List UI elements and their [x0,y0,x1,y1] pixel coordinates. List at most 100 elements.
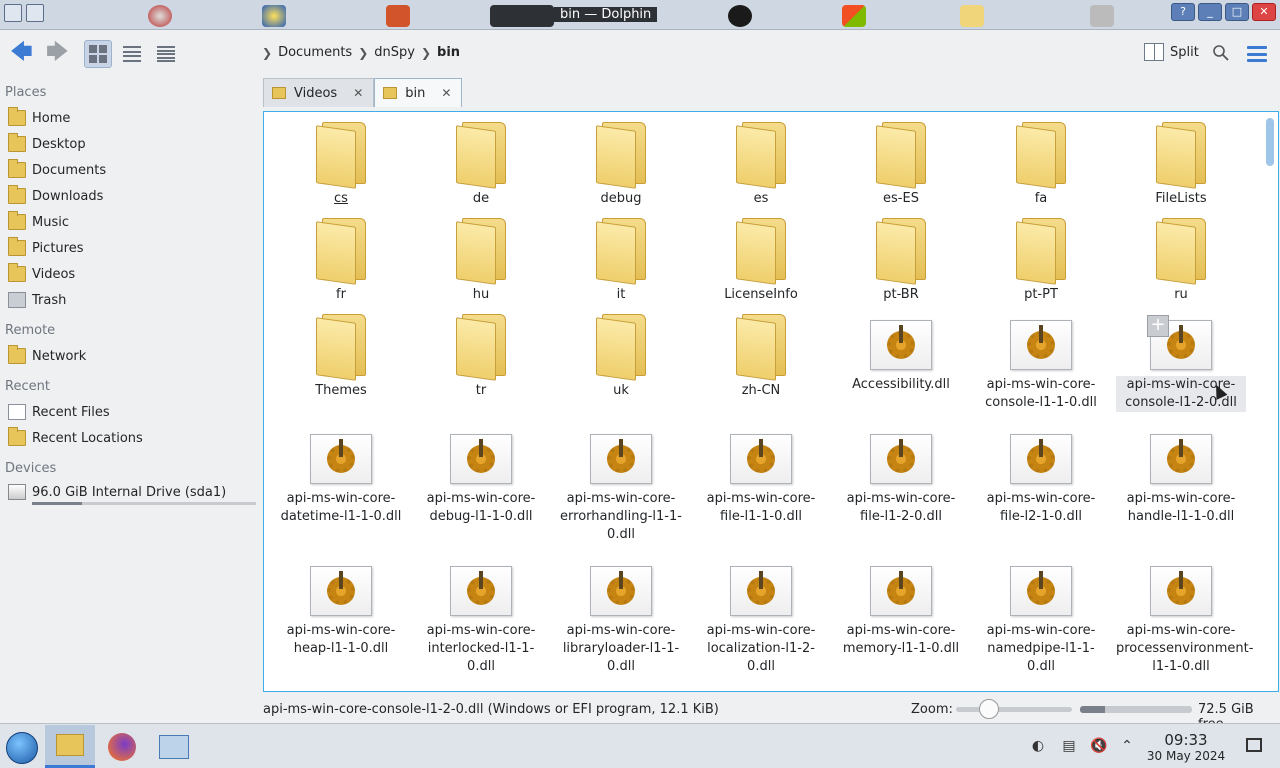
file-item[interactable]: uk [556,314,686,400]
sidebar-item-home[interactable]: Home [8,107,70,128]
maximize-button[interactable]: □ [1225,3,1249,21]
pin-icon[interactable] [26,4,44,22]
file-item[interactable]: api-ms-win-core-file-l1-1-0.dll [696,434,826,526]
sidebar-item-music[interactable]: Music [8,211,69,232]
file-item[interactable]: de [416,122,546,208]
file-item-selected[interactable]: api-ms-win-core-console-l1-2-0.dll [1116,320,1246,412]
folder-icon [1012,122,1070,189]
file-item[interactable]: tr [416,314,546,400]
sidebar-item-network[interactable]: Network [8,345,86,366]
compact-view-button[interactable] [118,40,146,68]
file-item[interactable]: ru [1116,218,1246,304]
file-view[interactable]: cs de debug es es-ES fa FileLists fr hu … [263,111,1279,692]
file-item[interactable]: api-ms-win-core-processenvironment-l1-1-… [1116,566,1253,676]
file-item[interactable]: zh-CN [696,314,826,400]
file-item[interactable]: cs [276,122,406,208]
forward-button[interactable]: 🡆 [46,42,74,65]
close-button[interactable]: ✕ [1252,3,1276,21]
recent-locations-icon [8,427,26,446]
chevron-right-icon: ❯ [358,45,369,60]
help-button[interactable]: ? [1171,3,1195,21]
file-item[interactable]: it [556,218,686,304]
clock-date: 30 May 2024 [1146,749,1226,763]
file-item[interactable]: pt-BR [836,218,966,304]
sidebar-item-desktop[interactable]: Desktop [8,133,86,154]
arrow-left-icon: 🡄 [10,40,33,65]
show-desktop-icon[interactable] [1246,738,1262,752]
sidebar-item-recent-files[interactable]: Recent Files [8,402,110,422]
file-item[interactable]: api-ms-win-core-interlocked-l1-1-0.dll [416,566,546,676]
hamburger-menu-icon[interactable] [1247,46,1267,62]
tray-muted-volume-icon[interactable]: 🔇 [1090,738,1107,754]
file-item[interactable]: api-ms-win-core-heap-l1-1-0.dll [276,566,406,658]
clock[interactable]: 09:33 30 May 2024 [1146,731,1226,763]
file-item[interactable]: Accessibility.dll [836,320,966,394]
file-item[interactable]: api-ms-win-core-file-l2-1-0.dll [976,434,1106,526]
sidebar-item-recent-locations[interactable]: Recent Locations [8,427,143,448]
tray-clipboard-icon[interactable]: ▤ [1061,738,1077,754]
folder-icon [383,87,398,99]
minimize-button[interactable]: _ [1198,3,1222,21]
file-item[interactable]: api-ms-win-core-localization-l1-2-0.dll [696,566,826,676]
file-item[interactable]: api-ms-win-core-debug-l1-1-0.dll [416,434,546,526]
file-item[interactable]: api-ms-win-core-console-l1-1-0.dll [976,320,1106,412]
sidebar-item-trash[interactable]: Trash [8,290,66,310]
icons-view-icon [89,45,107,63]
breadcrumb-bin[interactable]: bin [437,45,460,60]
tray-network-icon[interactable]: ◐ [1030,738,1046,754]
file-item[interactable]: FileLists [1116,122,1246,208]
dll-file-icon [1010,320,1072,370]
decoration-icon [1090,5,1114,27]
breadcrumb-documents[interactable]: Documents [278,45,352,60]
file-item[interactable]: LicenseInfo [696,218,826,304]
zoom-slider-handle[interactable] [979,699,999,719]
sidebar-item-videos[interactable]: Videos [8,263,75,284]
sidebar-item-documents[interactable]: Documents [8,159,106,180]
file-item[interactable]: fr [276,218,406,304]
documents-folder-icon [8,159,26,178]
file-item[interactable]: Themes [276,314,406,400]
taskbar-app-settings[interactable] [149,725,199,768]
file-item[interactable]: debug [556,122,686,208]
folder-icon [1012,218,1070,285]
folder-icon [452,218,510,285]
file-item[interactable]: api-ms-win-core-namedpipe-l1-1-0.dll [976,566,1106,676]
breadcrumb-dnspy[interactable]: dnSpy [374,45,415,60]
section-heading-remote: Remote [5,323,56,338]
search-icon[interactable] [1212,44,1230,62]
file-item[interactable]: api-ms-win-core-memory-l1-1-0.dll [836,566,966,658]
file-item[interactable]: api-ms-win-core-datetime-l1-1-0.dll [276,434,406,526]
file-item[interactable]: es-ES [836,122,966,208]
close-tab-icon[interactable]: ✕ [353,86,363,100]
tab-videos[interactable]: Videos ✕ [263,78,375,107]
file-item[interactable]: api-ms-win-core-errorhandling-l1-1-0.dll [556,434,686,544]
taskbar-app-file-manager[interactable] [45,725,95,768]
icons-view-button[interactable] [84,40,112,68]
back-button[interactable]: 🡄 [10,40,38,65]
tab-bin[interactable]: bin ✕ [374,78,463,107]
vertical-scrollbar[interactable] [1266,118,1274,166]
sidebar-item-pictures[interactable]: Pictures [8,237,83,258]
close-tab-icon[interactable]: ✕ [441,86,451,100]
decoration-icon [386,5,410,27]
start-menu-button[interactable] [6,732,38,764]
sidebar-item-internal-drive[interactable]: 96.0 GiB Internal Drive (sda1) [8,482,226,502]
add-selection-icon[interactable]: + [1147,315,1169,337]
file-item[interactable]: es [696,122,826,208]
file-item[interactable]: api-ms-win-core-handle-l1-1-0.dll [1116,434,1246,526]
zoom-slider-track[interactable] [956,707,1072,712]
dll-file-icon [1010,434,1072,484]
window-menu-icon[interactable] [4,4,22,22]
file-item[interactable]: hu [416,218,546,304]
details-view-button[interactable] [152,40,180,68]
tray-expand-icon[interactable]: ⌃ [1119,738,1135,754]
section-heading-devices: Devices [5,461,57,476]
file-item[interactable]: api-ms-win-core-file-l1-2-0.dll [836,434,966,526]
split-button[interactable]: Split [1144,43,1199,61]
sidebar-item-downloads[interactable]: Downloads [8,185,103,206]
file-item[interactable]: pt-PT [976,218,1106,304]
file-item[interactable]: fa [976,122,1106,208]
file-item[interactable]: api-ms-win-core-libraryloader-l1-1-0.dll [556,566,686,676]
taskbar-app-firefox[interactable] [97,725,147,768]
zoom-label: Zoom: [911,702,953,717]
